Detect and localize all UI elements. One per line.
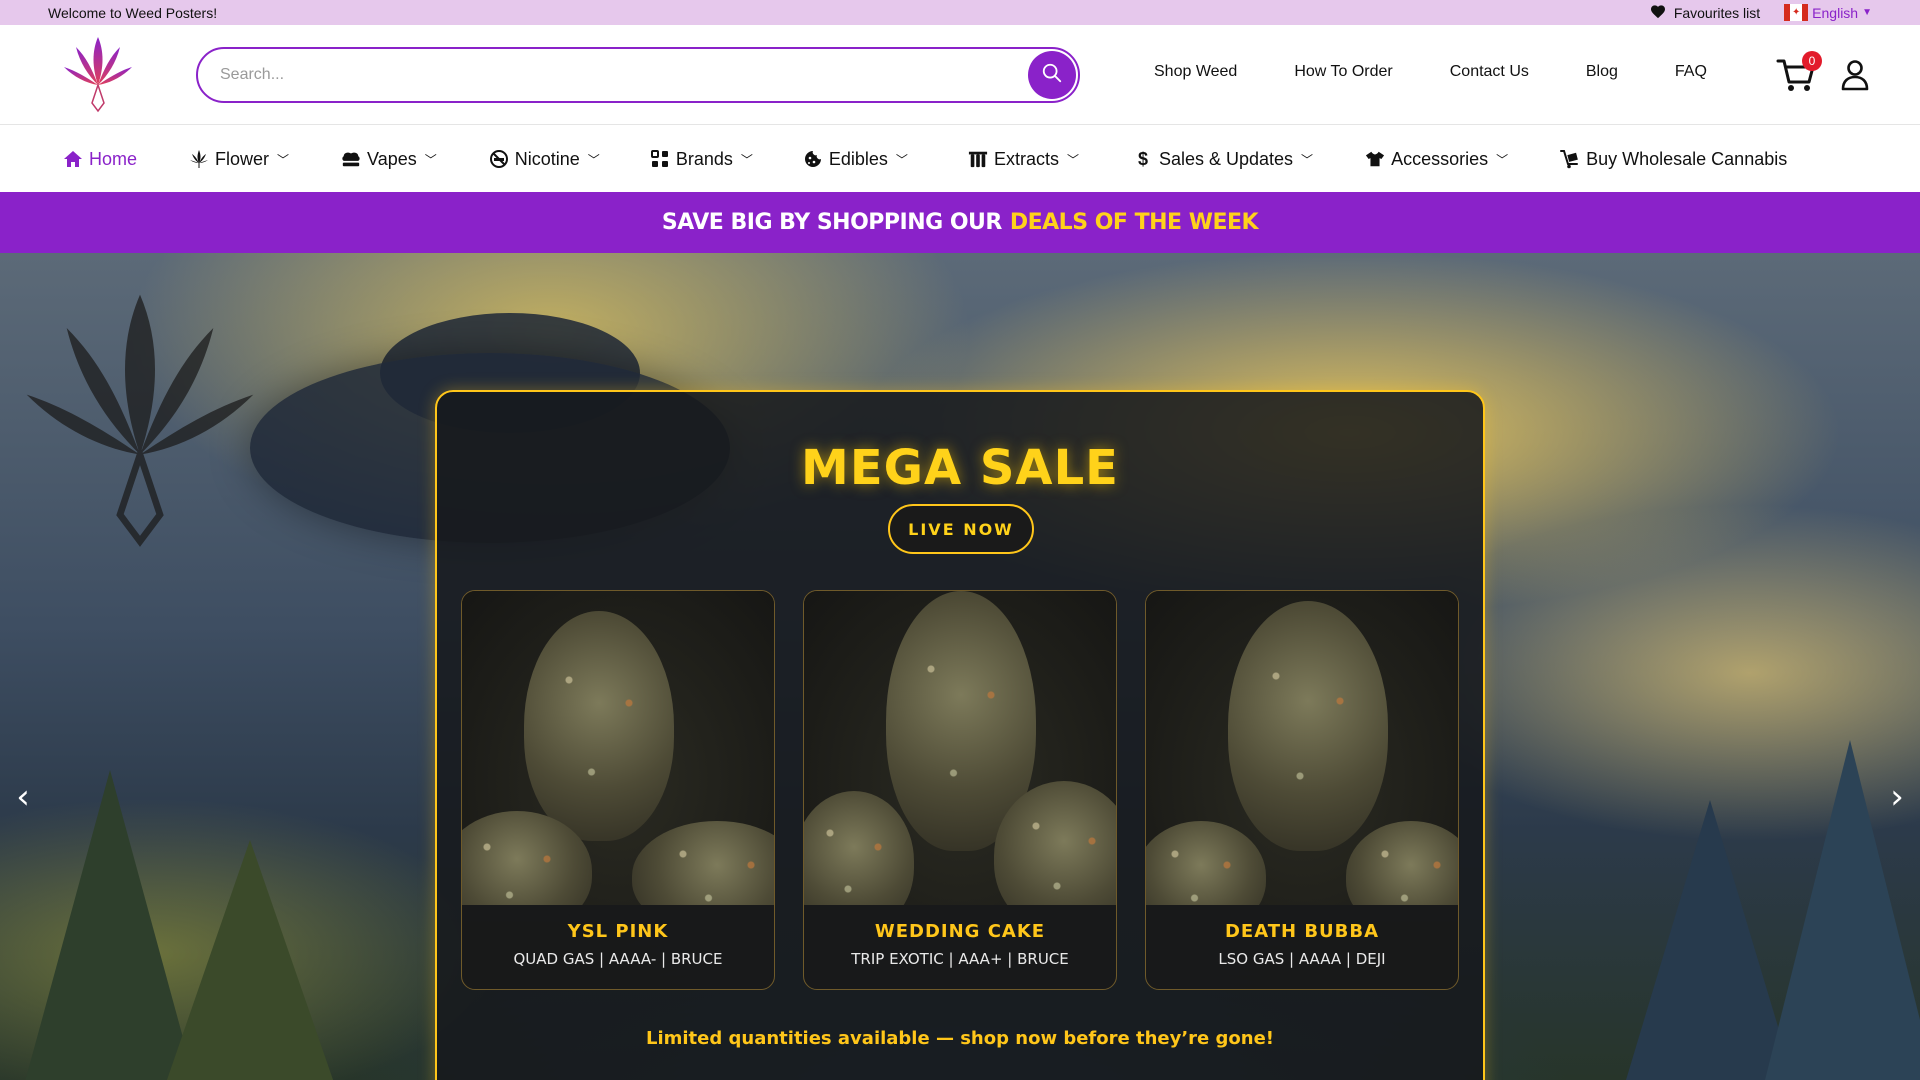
home-icon (63, 149, 83, 169)
mega-sale-title: MEGA SALE (801, 440, 1119, 496)
category-wholesale-label: Buy Wholesale Cannabis (1586, 148, 1788, 169)
nav-contact-us[interactable]: Contact Us (1450, 63, 1529, 81)
nav-faq[interactable]: FAQ (1675, 63, 1707, 81)
cart-button[interactable]: 0 (1776, 51, 1822, 95)
chevron-right-icon: › (1890, 777, 1904, 817)
category-brands[interactable]: Brands ﹀ (650, 149, 753, 170)
cookie-icon (803, 149, 823, 169)
search-button[interactable] (1028, 51, 1076, 99)
category-vapes-label: Vapes (367, 148, 417, 169)
favourites-label: Favourites list (1673, 4, 1761, 21)
nav-shop-weed[interactable]: Shop Weed (1154, 63, 1237, 81)
promo-text: Save big by shopping our (661, 210, 1002, 235)
nav-blog[interactable]: Blog (1586, 63, 1618, 81)
chevron-down-icon: ﹀ (277, 152, 290, 167)
flask-icon (968, 149, 988, 169)
category-accessories-label: Accessories (1391, 148, 1489, 169)
account-button[interactable] (1840, 59, 1870, 91)
category-flower[interactable]: Flower ﹀ (189, 149, 289, 170)
favourites-link[interactable]: Favourites list (1650, 4, 1760, 22)
category-edibles[interactable]: Edibles ﹀ (803, 149, 908, 170)
category-extracts-label: Extracts (993, 148, 1059, 169)
promo-banner[interactable]: Save big by shopping our Deals of the we… (0, 192, 1920, 253)
category-wholesale[interactable]: Buy Wholesale Cannabis (1560, 149, 1787, 170)
promo-deals-link[interactable]: Deals of the week (1010, 210, 1259, 235)
category-flower-label: Flower (215, 148, 270, 169)
category-brands-label: Brands (675, 148, 733, 169)
site-header: Shop Weed How To Order Contact Us Blog F… (0, 25, 1920, 125)
site-logo[interactable] (62, 33, 134, 115)
category-sales-updates-label: Sales & Updates (1158, 148, 1294, 169)
product-meta: LSO GAS | AAAA | DEJI (1218, 950, 1386, 968)
hero-plant-left-2 (160, 840, 340, 1080)
category-extracts[interactable]: Extracts ﹀ (968, 149, 1079, 170)
chevron-down-icon: ﹀ (1066, 152, 1079, 167)
carousel-prev-button[interactable]: ‹ (8, 777, 38, 817)
chevron-down-icon: ﹀ (1301, 152, 1314, 167)
canada-flag-icon: ✦ (1784, 4, 1809, 21)
cart-icon (1776, 59, 1816, 99)
chevron-left-icon: ‹ (16, 777, 30, 817)
top-bar: Welcome to Weed Posters! Favourites list… (0, 0, 1920, 25)
category-vapes[interactable]: Vapes ﹀ (341, 149, 437, 170)
top-bar-actions: Favourites list ✦ English ▼ (1650, 4, 1872, 22)
product-card[interactable]: YSL PINK QUAD GAS | AAAA- | BRUCE (461, 590, 775, 990)
product-card[interactable]: WEDDING CAKE TRIP EXOTIC | AAA+ | BRUCE (803, 590, 1117, 990)
product-meta: TRIP EXOTIC | AAA+ | BRUCE (851, 950, 1069, 968)
category-home-label: Home (89, 148, 138, 169)
product-card[interactable]: DEATH BUBBA LSO GAS | AAAA | DEJI (1145, 590, 1459, 990)
cart-dolly-icon (1560, 149, 1580, 169)
cart-count-badge: 0 (1802, 51, 1822, 71)
chevron-down-icon: ﹀ (424, 152, 437, 167)
chevron-down-icon: ﹀ (895, 152, 908, 167)
category-nicotine[interactable]: Nicotine ﹀ (489, 149, 600, 170)
mega-sale-panel: MEGA SALE LIVE NOW YSL PINK QUAD GAS | A… (435, 390, 1485, 1080)
carousel-next-button[interactable]: › (1882, 777, 1912, 817)
category-accessories[interactable]: Accessories ﹀ (1365, 149, 1508, 170)
category-home[interactable]: Home (63, 149, 137, 170)
grid-icon (650, 149, 670, 169)
user-icon (1840, 60, 1870, 95)
welcome-message: Welcome to Weed Posters! (48, 4, 218, 21)
limited-quantities-note: Limited quantities available — shop now … (645, 1028, 1275, 1049)
vape-icon (341, 149, 361, 169)
leaf-icon (189, 149, 209, 169)
product-name: WEDDING CAKE (874, 921, 1046, 942)
shirt-icon (1365, 149, 1385, 169)
category-nav: Home Flower ﹀ Vapes ﹀ Nicotine ﹀ Brands … (0, 126, 1920, 192)
category-edibles-label: Edibles (828, 148, 888, 169)
heart-icon (1650, 4, 1666, 22)
chevron-down-icon: ﹀ (1496, 152, 1509, 167)
hero-watermark-logo (20, 263, 260, 573)
product-cards: YSL PINK QUAD GAS | AAAA- | BRUCE WEDDIN… (461, 590, 1459, 990)
chevron-down-icon: ﹀ (587, 152, 600, 167)
caret-down-icon: ▼ (1862, 7, 1872, 18)
language-label: English (1812, 4, 1859, 21)
search-icon (1041, 62, 1063, 89)
no-smoking-icon (489, 149, 509, 169)
dollar-icon: $ (1137, 148, 1148, 169)
search-bar (196, 47, 1080, 103)
live-now-button[interactable]: LIVE NOW (888, 504, 1034, 554)
product-image (462, 591, 774, 905)
chevron-down-icon: ﹀ (740, 152, 753, 167)
nav-how-to-order[interactable]: How To Order (1294, 63, 1392, 81)
search-input[interactable] (220, 61, 1000, 89)
product-meta: QUAD GAS | AAAA- | BRUCE (513, 950, 723, 968)
category-nicotine-label: Nicotine (514, 148, 580, 169)
product-image (1146, 591, 1458, 905)
product-image (804, 591, 1116, 905)
category-sales-updates[interactable]: $ Sales & Updates ﹀ (1133, 149, 1313, 170)
header-nav: Shop Weed How To Order Contact Us Blog F… (1154, 63, 1707, 81)
product-name: YSL PINK (567, 921, 669, 942)
language-selector[interactable]: ✦ English ▼ (1784, 4, 1872, 21)
product-name: DEATH BUBBA (1224, 921, 1380, 942)
